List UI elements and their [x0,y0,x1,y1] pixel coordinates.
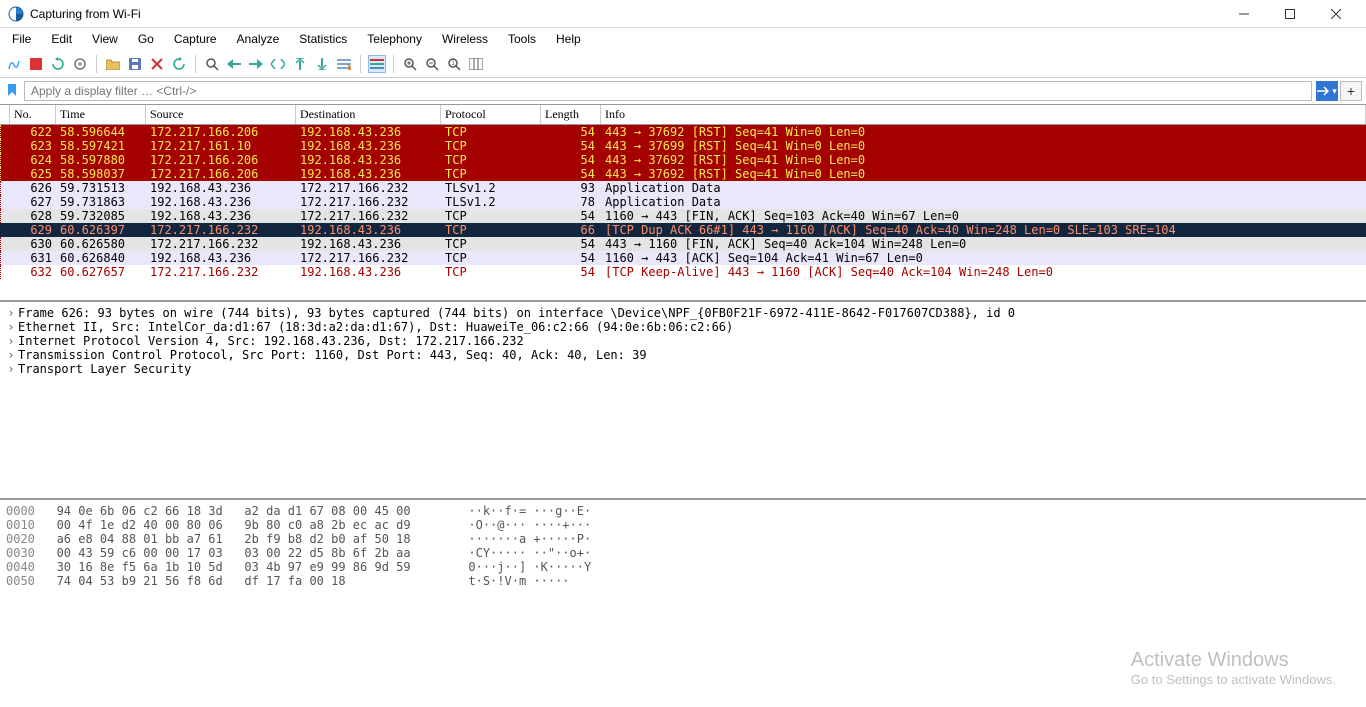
hex-row[interactable]: 0000 94 0e 6b 06 c2 66 18 3d a2 da d1 67… [6,504,1360,518]
packet-row[interactable]: 62258.596644172.217.166.206192.168.43.23… [0,125,1366,139]
packet-row[interactable]: 62358.597421172.217.161.10192.168.43.236… [0,139,1366,153]
packet-list[interactable]: No. Time Source Destination Protocol Len… [0,104,1366,300]
go-first-icon[interactable] [291,55,309,73]
menu-wireless[interactable]: Wireless [434,30,496,48]
packet-row[interactable]: 62859.732085192.168.43.236172.217.166.23… [0,209,1366,223]
go-back-icon[interactable] [225,55,243,73]
save-file-icon[interactable] [126,55,144,73]
maximize-button[interactable] [1268,0,1312,28]
toolbar: 1 [0,50,1366,78]
hex-row[interactable]: 0020 a6 e8 04 88 01 bb a7 61 2b f9 b8 d2… [6,532,1360,546]
capture-options-icon[interactable] [71,55,89,73]
titlebar: Capturing from Wi-Fi [0,0,1366,28]
packet-list-header: No. Time Source Destination Protocol Len… [0,104,1366,125]
packet-row[interactable]: 63260.627657172.217.166.232192.168.43.23… [0,265,1366,279]
zoom-out-icon[interactable] [423,55,441,73]
packet-details[interactable]: ›Frame 626: 93 bytes on wire (744 bits),… [0,300,1366,498]
packet-list-body[interactable]: 62258.596644172.217.166.206192.168.43.23… [0,125,1366,300]
filter-add-button[interactable]: + [1340,81,1362,101]
hex-row[interactable]: 0030 00 43 59 c6 00 00 17 03 03 00 22 d5… [6,546,1360,560]
packet-row[interactable]: 62759.731863192.168.43.236172.217.166.23… [0,195,1366,209]
menu-edit[interactable]: Edit [43,30,80,48]
go-last-icon[interactable] [313,55,331,73]
menubar: FileEditViewGoCaptureAnalyzeStatisticsTe… [0,28,1366,50]
detail-row[interactable]: ›Transport Layer Security [2,362,1364,376]
detail-row[interactable]: ›Transmission Control Protocol, Src Port… [2,348,1364,362]
open-file-icon[interactable] [104,55,122,73]
col-dest[interactable]: Destination [296,105,441,124]
filter-bar: ▾ + [0,78,1366,104]
hex-row[interactable]: 0050 74 04 53 b9 21 56 f8 6d df 17 fa 00… [6,574,1360,588]
menu-file[interactable]: File [4,30,39,48]
menu-help[interactable]: Help [548,30,589,48]
menu-capture[interactable]: Capture [166,30,225,48]
start-capture-icon[interactable] [5,55,23,73]
close-file-icon[interactable] [148,55,166,73]
app-icon [8,6,24,22]
display-filter-input[interactable] [24,81,1312,101]
restart-capture-icon[interactable] [49,55,67,73]
menu-tools[interactable]: Tools [500,30,544,48]
go-forward-icon[interactable] [247,55,265,73]
packet-row[interactable]: 63160.626840192.168.43.236172.217.166.23… [0,251,1366,265]
packet-row[interactable]: 62458.597880172.217.166.206192.168.43.23… [0,153,1366,167]
hex-row[interactable]: 0010 00 4f 1e d2 40 00 80 06 9b 80 c0 a8… [6,518,1360,532]
hex-row[interactable]: 0040 30 16 8e f5 6a 1b 10 5d 03 4b 97 e9… [6,560,1360,574]
detail-row[interactable]: ›Frame 626: 93 bytes on wire (744 bits),… [2,306,1364,320]
reload-icon[interactable] [170,55,188,73]
col-info[interactable]: Info [601,105,1366,124]
colorize-icon[interactable] [368,55,386,73]
minimize-button[interactable] [1222,0,1266,28]
col-length[interactable]: Length [541,105,601,124]
resize-columns-icon[interactable] [467,55,485,73]
menu-analyze[interactable]: Analyze [229,30,288,48]
packet-row[interactable]: 62558.598037172.217.166.206192.168.43.23… [0,167,1366,181]
find-icon[interactable] [203,55,221,73]
close-button[interactable] [1314,0,1358,28]
col-source[interactable]: Source [146,105,296,124]
detail-row[interactable]: ›Internet Protocol Version 4, Src: 192.1… [2,334,1364,348]
detail-row[interactable]: ›Ethernet II, Src: IntelCor_da:d1:67 (18… [2,320,1364,334]
menu-view[interactable]: View [84,30,126,48]
auto-scroll-icon[interactable] [335,55,353,73]
menu-telephony[interactable]: Telephony [359,30,430,48]
col-time[interactable]: Time [56,105,146,124]
packet-row[interactable]: 62659.731513192.168.43.236172.217.166.23… [0,181,1366,195]
menu-go[interactable]: Go [130,30,162,48]
zoom-reset-icon[interactable]: 1 [445,55,463,73]
menu-statistics[interactable]: Statistics [291,30,355,48]
go-to-packet-icon[interactable] [269,55,287,73]
packet-row[interactable]: 62960.626397172.217.166.232192.168.43.23… [0,223,1366,237]
activate-windows-watermark: Activate Windows Go to Settings to activ… [1131,649,1336,687]
col-proto[interactable]: Protocol [441,105,541,124]
packet-row[interactable]: 63060.626580172.217.166.232192.168.43.23… [0,237,1366,251]
filter-apply-button[interactable]: ▾ [1316,81,1338,101]
col-no[interactable]: No. [10,105,56,124]
zoom-in-icon[interactable] [401,55,419,73]
stop-capture-icon[interactable] [27,55,45,73]
window-title: Capturing from Wi-Fi [30,7,1222,21]
filter-bookmark-icon[interactable] [4,83,20,99]
